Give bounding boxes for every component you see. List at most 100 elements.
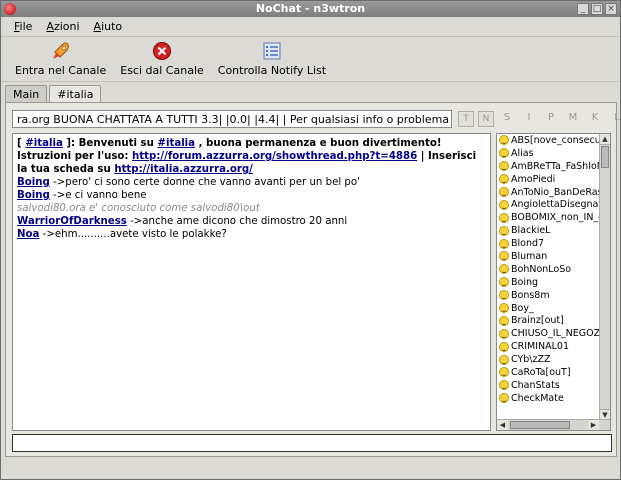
user-nick: BlackieL (511, 225, 551, 237)
user-status-icon (499, 161, 509, 172)
user-list-hscrollbar[interactable]: ◀ ▶ (497, 419, 610, 430)
user-nick: CHIUSO_IL_NEGOZ (511, 328, 601, 340)
user-status-icon (499, 251, 509, 262)
user-list-item[interactable]: Bons8m (497, 289, 610, 302)
channel-link[interactable]: #italia (25, 138, 63, 149)
user-status-icon (499, 187, 509, 197)
user-nick: AmoPiedi (511, 173, 556, 185)
join-channel-button[interactable]: Entra nel Canale (11, 41, 110, 81)
title-bar[interactable]: NoChat - n3wtron _ □ × (1, 1, 620, 17)
user-status-icon (499, 135, 509, 146)
hscroll-thumb[interactable] (510, 421, 570, 429)
user-list-item[interactable]: AngiolettaDisegnat (497, 198, 610, 211)
user-list-item[interactable]: Boy_ (497, 302, 610, 315)
topic-field[interactable]: ra.org BUONA CHATTATA A TUTTI 3.3| |0.0|… (12, 110, 452, 128)
mode-l-toggle[interactable]: L (608, 111, 621, 127)
scroll-up-icon[interactable]: ▲ (600, 134, 610, 145)
menu-azioni[interactable]: Azioni (41, 18, 84, 35)
chat-message: Noa ->ehm..........avete visto le polakk… (17, 229, 227, 240)
user-list-item[interactable]: CHIUSO_IL_NEGOZ (497, 327, 610, 340)
user-list-item[interactable]: ABS[nove_consecu (497, 134, 610, 147)
nick-link[interactable]: Noa (17, 229, 39, 240)
user-list-item[interactable]: AmoPiedi (497, 173, 610, 186)
user-nick: Brainz[out] (511, 315, 564, 327)
mode-k-toggle[interactable]: K (586, 111, 604, 127)
nick-link[interactable]: WarriorOfDarkness (17, 216, 127, 227)
message-input[interactable] (12, 434, 612, 452)
system-message: salvodi80.ora e' conosciuto come salvodi… (17, 203, 260, 214)
user-nick: CRIMINAL01 (511, 341, 570, 353)
user-nick: CYb\zZZ (511, 354, 551, 366)
user-list[interactable]: ABS[nove_consecu Alias AmBReTTa_FaShIoN Amo… (496, 133, 611, 431)
user-list-item[interactable]: CYb\zZZ (497, 353, 610, 366)
menu-file[interactable]: File (9, 18, 37, 35)
nick-link[interactable]: Boing (17, 177, 50, 188)
leave-channel-button[interactable]: Esci dal Canale (116, 41, 208, 81)
mode-p-toggle[interactable]: P (542, 111, 560, 127)
user-list-item[interactable]: CaRoTa[ouT] (497, 366, 610, 379)
tab-bar: Main #italia (5, 85, 102, 104)
user-list-item[interactable]: Bluman (497, 250, 610, 263)
notify-list-button[interactable]: Controlla Notify List (214, 41, 330, 81)
mode-m-toggle[interactable]: M (564, 111, 582, 127)
scroll-left-icon[interactable]: ◀ (497, 420, 508, 430)
user-status-icon (499, 264, 509, 275)
user-list-item[interactable]: Brainz[out] (497, 314, 610, 327)
user-nick: AngiolettaDisegnat (511, 199, 603, 211)
app-window: NoChat - n3wtron _ □ × File Azioni Aiuto… (0, 0, 621, 480)
app-icon (4, 3, 16, 15)
window-controls: _ □ × (577, 3, 617, 15)
user-list-item[interactable]: BohNonLoSo (497, 263, 610, 276)
nick-link[interactable]: Boing (17, 190, 50, 201)
user-list-item[interactable]: Boing (497, 276, 610, 289)
user-list-vscrollbar[interactable]: ▲ ▼ (599, 134, 610, 420)
user-status-icon (499, 354, 509, 365)
mode-s-toggle[interactable]: S (498, 111, 516, 127)
user-nick: BOBOMIX_non_IN_c (511, 212, 604, 224)
user-list-item[interactable]: AnToNio_BanDeRas (497, 186, 610, 199)
user-list-item[interactable]: AmBReTTa_FaShIoN (497, 160, 610, 173)
user-status-icon (499, 380, 509, 391)
stop-icon (153, 42, 171, 60)
user-status-icon (499, 315, 509, 326)
user-status-icon (499, 341, 509, 352)
scroll-thumb[interactable] (601, 146, 609, 168)
user-list-item[interactable]: ChanStats (497, 379, 610, 392)
user-status-icon (499, 199, 509, 210)
channel-modes: T N S I P M K L (458, 111, 621, 127)
user-list-item[interactable]: BlackieL (497, 224, 610, 237)
maximize-button[interactable]: □ (591, 3, 603, 15)
user-nick: ABS[nove_consecu (511, 134, 601, 146)
user-status-icon (499, 393, 509, 404)
user-nick: Blond7 (511, 238, 545, 250)
mode-i-toggle[interactable]: I (520, 111, 538, 127)
user-list-item[interactable]: CheckMate (497, 392, 610, 405)
minimize-button[interactable]: _ (577, 3, 589, 15)
user-nick: CaRoTa[ouT] (511, 366, 571, 378)
toolbar: Entra nel Canale Esci dal Canale Control… (1, 38, 620, 82)
user-list-item[interactable]: Alias (497, 147, 610, 160)
site-link[interactable]: http://italia.azzurra.org/ (114, 164, 253, 175)
user-list-item[interactable]: BOBOMIX_non_IN_c (497, 211, 610, 224)
forum-link[interactable]: http://forum.azzurra.org/showthread.php?… (132, 151, 417, 162)
user-nick: BohNonLoSo (511, 263, 572, 275)
list-icon (263, 42, 281, 60)
rocket-icon (52, 42, 69, 59)
tab-main[interactable]: Main (5, 85, 48, 103)
user-nick: Alias (511, 147, 534, 159)
user-status-icon (499, 174, 509, 185)
menu-aiuto[interactable]: Aiuto (89, 18, 128, 35)
user-nick: Bons8m (511, 289, 550, 301)
user-list-item[interactable]: CRIMINAL01 (497, 340, 610, 353)
scroll-right-icon[interactable]: ▶ (588, 420, 599, 430)
chat-message: Boing ->pero' ci sono certe donne che va… (17, 177, 360, 188)
mode-t-toggle[interactable]: T (458, 111, 474, 127)
user-list-item[interactable]: Blond7 (497, 237, 610, 250)
channel-link-2[interactable]: #italia (157, 138, 195, 149)
user-status-icon (499, 277, 509, 288)
user-nick: AnToNio_BanDeRas (511, 186, 603, 198)
close-button[interactable]: × (605, 3, 617, 15)
mode-n-toggle[interactable]: N (478, 111, 494, 127)
chat-log[interactable]: [ #italia ]: Benvenuti su #italia , buon… (12, 133, 491, 431)
user-nick: AmBReTTa_FaShIoN (511, 160, 604, 172)
